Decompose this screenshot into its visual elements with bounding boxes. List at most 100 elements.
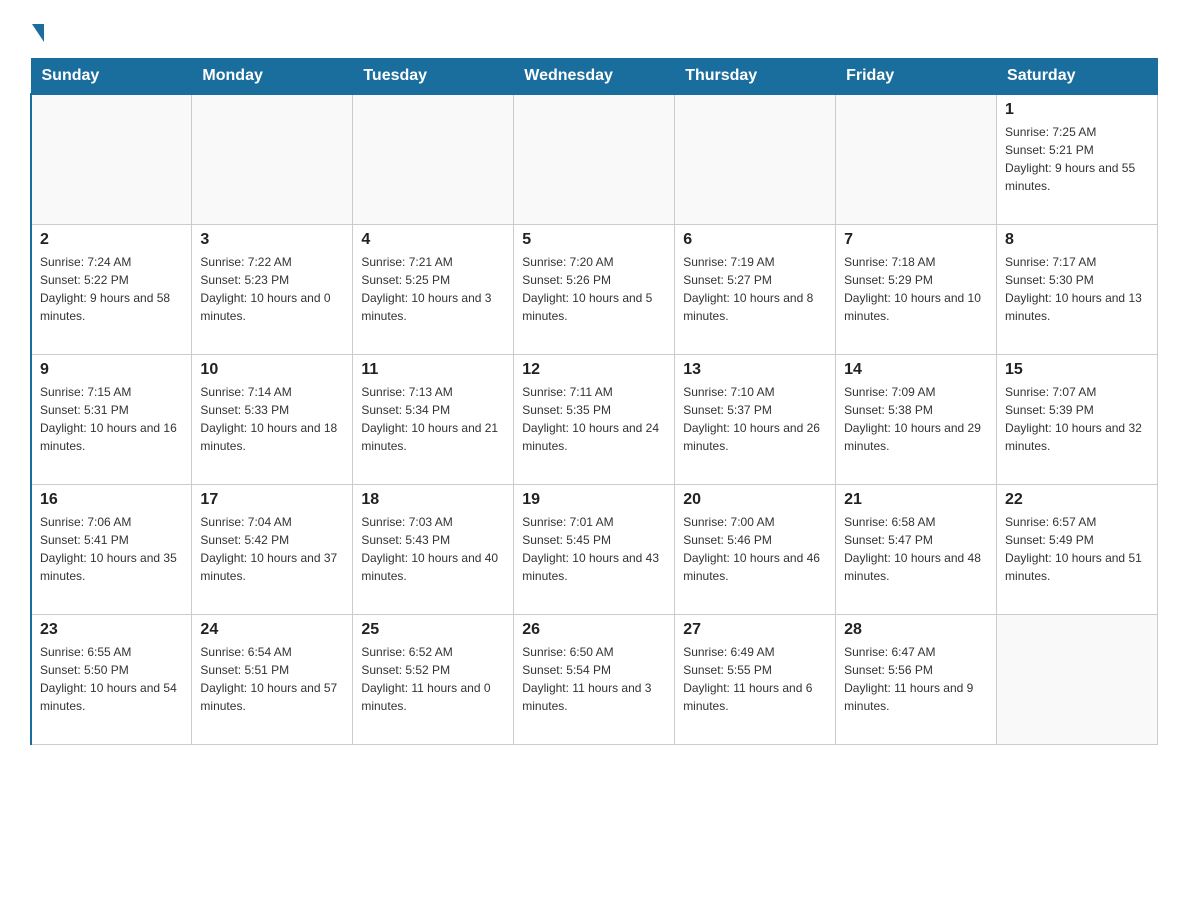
day-info-24: Sunrise: 6:54 AM Sunset: 5:51 PM Dayligh… <box>200 643 344 715</box>
day-num-5: 5 <box>522 231 666 249</box>
day-info-4: Sunrise: 7:21 AM Sunset: 5:25 PM Dayligh… <box>361 253 505 325</box>
day-num-14: 14 <box>844 361 988 379</box>
week-row-3: 16 Sunrise: 7:06 AM Sunset: 5:41 PM Dayli… <box>31 484 1158 614</box>
logo-general-text <box>30 20 44 42</box>
day-num-22: 22 <box>1005 491 1149 509</box>
cell-w0-d4 <box>675 94 836 224</box>
day-num-8: 8 <box>1005 231 1149 249</box>
day-num-27: 27 <box>683 621 827 639</box>
cell-w4-d6 <box>997 614 1158 744</box>
cell-w2-d1: 10Sunrise: 7:14 AM Sunset: 5:33 PM Dayli… <box>192 354 353 484</box>
day-info-5: Sunrise: 7:20 AM Sunset: 5:26 PM Dayligh… <box>522 253 666 325</box>
cell-w2-d3: 12 Sunrise: 7:11 AM Sunset: 5:35 PM Dayli… <box>514 354 675 484</box>
cell-w1-d3: 5 Sunrise: 7:20 AM Sunset: 5:26 PM Daylig… <box>514 224 675 354</box>
day-info-21: Sunrise: 6:58 AM Sunset: 5:47 PM Dayligh… <box>844 513 988 585</box>
day-info-19: Sunrise: 7:01 AM Sunset: 5:45 PM Dayligh… <box>522 513 666 585</box>
logo-arrow-icon <box>32 24 44 42</box>
cell-w0-d6: 1 Sunrise: 7:25 AM Sunset: 5:21 PM Daylig… <box>997 94 1158 224</box>
calendar-body: 1 Sunrise: 7:25 AM Sunset: 5:21 PM Daylig… <box>31 94 1158 744</box>
cell-w2-d0: 9Sunrise: 7:15 AM Sunset: 5:31 PM Daylig… <box>31 354 192 484</box>
day-num-11: 11 <box>361 361 505 379</box>
day-info-2: Sunrise: 7:24 AM Sunset: 5:22 PM Dayligh… <box>40 253 183 325</box>
cell-w1-d1: 3 Sunrise: 7:22 AM Sunset: 5:23 PM Daylig… <box>192 224 353 354</box>
logo <box>30 20 44 42</box>
week-row-0: 1 Sunrise: 7:25 AM Sunset: 5:21 PM Daylig… <box>31 94 1158 224</box>
day-num-4: 4 <box>361 231 505 249</box>
day-num-24: 24 <box>200 621 344 639</box>
cell-w3-d4: 20Sunrise: 7:00 AM Sunset: 5:46 PM Dayli… <box>675 484 836 614</box>
day-info-26: Sunrise: 6:50 AM Sunset: 5:54 PM Dayligh… <box>522 643 666 715</box>
cell-w4-d0: 23 Sunrise: 6:55 AM Sunset: 5:50 PM Dayli… <box>31 614 192 744</box>
day-num-7: 7 <box>844 231 988 249</box>
day-num-2: 2 <box>40 231 183 249</box>
days-of-week-row: Sunday Monday Tuesday Wednesday Thursday… <box>31 59 1158 95</box>
day-info-9: Sunrise: 7:15 AM Sunset: 5:31 PM Dayligh… <box>40 383 183 455</box>
week-row-2: 9Sunrise: 7:15 AM Sunset: 5:31 PM Daylig… <box>31 354 1158 484</box>
cell-w1-d6: 8 Sunrise: 7:17 AM Sunset: 5:30 PM Daylig… <box>997 224 1158 354</box>
cell-w0-d0 <box>31 94 192 224</box>
day-info-14: Sunrise: 7:09 AM Sunset: 5:38 PM Dayligh… <box>844 383 988 455</box>
cell-w0-d3 <box>514 94 675 224</box>
cell-w2-d6: 15 Sunrise: 7:07 AM Sunset: 5:39 PM Dayli… <box>997 354 1158 484</box>
cell-w1-d0: 2 Sunrise: 7:24 AM Sunset: 5:22 PM Daylig… <box>31 224 192 354</box>
day-num-26: 26 <box>522 621 666 639</box>
cell-w3-d2: 18 Sunrise: 7:03 AM Sunset: 5:43 PM Dayli… <box>353 484 514 614</box>
day-info-18: Sunrise: 7:03 AM Sunset: 5:43 PM Dayligh… <box>361 513 505 585</box>
cell-w3-d1: 17 Sunrise: 7:04 AM Sunset: 5:42 PM Dayli… <box>192 484 353 614</box>
cell-w3-d3: 19 Sunrise: 7:01 AM Sunset: 5:45 PM Dayli… <box>514 484 675 614</box>
cell-w1-d2: 4 Sunrise: 7:21 AM Sunset: 5:25 PM Daylig… <box>353 224 514 354</box>
cell-w4-d4: 27 Sunrise: 6:49 AM Sunset: 5:55 PM Dayli… <box>675 614 836 744</box>
cell-w3-d0: 16 Sunrise: 7:06 AM Sunset: 5:41 PM Dayli… <box>31 484 192 614</box>
day-num-16: 16 <box>40 491 183 509</box>
day-info-27: Sunrise: 6:49 AM Sunset: 5:55 PM Dayligh… <box>683 643 827 715</box>
day-num-3: 3 <box>200 231 344 249</box>
week-row-1: 2 Sunrise: 7:24 AM Sunset: 5:22 PM Daylig… <box>31 224 1158 354</box>
day-num-15: 15 <box>1005 361 1149 379</box>
day-num-21: 21 <box>844 491 988 509</box>
col-tuesday: Tuesday <box>353 59 514 95</box>
day-num-18: 18 <box>361 491 505 509</box>
cell-w3-d5: 21 Sunrise: 6:58 AM Sunset: 5:47 PM Dayli… <box>836 484 997 614</box>
day-num-13: 13 <box>683 361 827 379</box>
day-info-11: Sunrise: 7:13 AM Sunset: 5:34 PM Dayligh… <box>361 383 505 455</box>
col-thursday: Thursday <box>675 59 836 95</box>
cell-w2-d5: 14 Sunrise: 7:09 AM Sunset: 5:38 PM Dayli… <box>836 354 997 484</box>
day-info-6: Sunrise: 7:19 AM Sunset: 5:27 PM Dayligh… <box>683 253 827 325</box>
col-wednesday: Wednesday <box>514 59 675 95</box>
day-info-3: Sunrise: 7:22 AM Sunset: 5:23 PM Dayligh… <box>200 253 344 325</box>
cell-w2-d4: 13 Sunrise: 7:10 AM Sunset: 5:37 PM Dayli… <box>675 354 836 484</box>
day-num-6: 6 <box>683 231 827 249</box>
day-info-23: Sunrise: 6:55 AM Sunset: 5:50 PM Dayligh… <box>40 643 183 715</box>
calendar-table: Sunday Monday Tuesday Wednesday Thursday… <box>30 58 1158 745</box>
cell-w4-d3: 26 Sunrise: 6:50 AM Sunset: 5:54 PM Dayli… <box>514 614 675 744</box>
cell-w2-d2: 11 Sunrise: 7:13 AM Sunset: 5:34 PM Dayli… <box>353 354 514 484</box>
cell-w0-d2 <box>353 94 514 224</box>
day-info-8: Sunrise: 7:17 AM Sunset: 5:30 PM Dayligh… <box>1005 253 1149 325</box>
day-info-13: Sunrise: 7:10 AM Sunset: 5:37 PM Dayligh… <box>683 383 827 455</box>
day-num-10: 10 <box>200 361 344 379</box>
day-info-15: Sunrise: 7:07 AM Sunset: 5:39 PM Dayligh… <box>1005 383 1149 455</box>
cell-w4-d5: 28Sunrise: 6:47 AM Sunset: 5:56 PM Dayli… <box>836 614 997 744</box>
day-num-23: 23 <box>40 621 183 639</box>
day-num-19: 19 <box>522 491 666 509</box>
day-info-28: Sunrise: 6:47 AM Sunset: 5:56 PM Dayligh… <box>844 643 988 715</box>
col-saturday: Saturday <box>997 59 1158 95</box>
day-info-22: Sunrise: 6:57 AM Sunset: 5:49 PM Dayligh… <box>1005 513 1149 585</box>
cell-w3-d6: 22 Sunrise: 6:57 AM Sunset: 5:49 PM Dayli… <box>997 484 1158 614</box>
calendar-header: Sunday Monday Tuesday Wednesday Thursday… <box>31 59 1158 95</box>
col-sunday: Sunday <box>31 59 192 95</box>
day-num-1: 1 <box>1005 101 1149 119</box>
day-num-12: 12 <box>522 361 666 379</box>
day-info-20: Sunrise: 7:00 AM Sunset: 5:46 PM Dayligh… <box>683 513 827 585</box>
day-info-7: Sunrise: 7:18 AM Sunset: 5:29 PM Dayligh… <box>844 253 988 325</box>
week-row-4: 23 Sunrise: 6:55 AM Sunset: 5:50 PM Dayli… <box>31 614 1158 744</box>
day-info-16: Sunrise: 7:06 AM Sunset: 5:41 PM Dayligh… <box>40 513 183 585</box>
cell-w1-d5: 7 Sunrise: 7:18 AM Sunset: 5:29 PM Daylig… <box>836 224 997 354</box>
day-num-17: 17 <box>200 491 344 509</box>
day-info-25: Sunrise: 6:52 AM Sunset: 5:52 PM Dayligh… <box>361 643 505 715</box>
day-info-12: Sunrise: 7:11 AM Sunset: 5:35 PM Dayligh… <box>522 383 666 455</box>
day-info-17: Sunrise: 7:04 AM Sunset: 5:42 PM Dayligh… <box>200 513 344 585</box>
cell-w0-d1 <box>192 94 353 224</box>
col-friday: Friday <box>836 59 997 95</box>
day-info-1: Sunrise: 7:25 AM Sunset: 5:21 PM Dayligh… <box>1005 123 1149 195</box>
